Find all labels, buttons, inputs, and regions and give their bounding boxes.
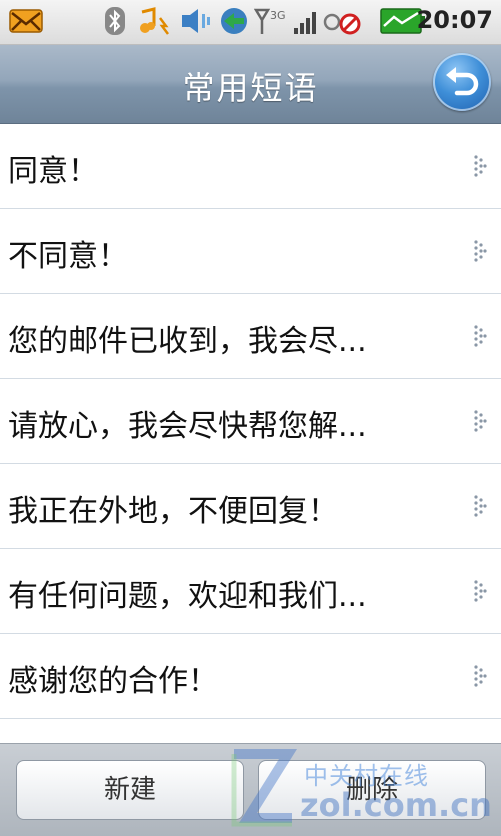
phrase-text: 同意！ xyxy=(8,154,98,189)
drag-handle-icon[interactable] xyxy=(473,239,487,263)
mail-icon xyxy=(9,9,43,33)
status-bar: 3G 20:07 xyxy=(0,0,501,45)
drag-handle-icon[interactable] xyxy=(473,324,487,348)
clock-time: 20:07 xyxy=(416,6,493,34)
sync-icon xyxy=(221,8,247,34)
drag-handle-icon[interactable] xyxy=(473,494,487,518)
page-title: 常用短语 xyxy=(182,69,319,107)
phrase-text: 不同意！ xyxy=(8,239,128,274)
signal-3g-icon: 3G xyxy=(254,8,316,34)
title-bar: 常用短语 xyxy=(0,45,501,124)
svg-text:3G: 3G xyxy=(270,9,286,22)
list-item[interactable]: 同意！ xyxy=(0,124,501,209)
list-item[interactable]: 我正在外地，不便回复！ xyxy=(0,464,501,549)
phrase-text: 有任何问题，欢迎和我们... xyxy=(8,579,367,614)
new-button[interactable]: 新建 xyxy=(16,760,244,820)
list-item[interactable]: 您的邮件已收到，我会尽... xyxy=(0,294,501,379)
bluetooth-icon xyxy=(105,7,125,35)
phrase-list: 同意！ 不同意！ 您的邮件已收到，我会尽... 请放心，我会尽快帮您解... 我… xyxy=(0,124,501,719)
back-arrow-icon xyxy=(446,67,479,96)
delete-button[interactable]: 删除 xyxy=(258,760,486,820)
phrase-text: 请放心，我会尽快帮您解... xyxy=(8,409,367,444)
speaker-icon xyxy=(182,9,210,33)
music-icon xyxy=(140,7,169,35)
phrase-text: 我正在外地，不便回复！ xyxy=(8,494,338,529)
list-item[interactable]: 请放心，我会尽快帮您解... xyxy=(0,379,501,464)
drag-handle-icon[interactable] xyxy=(473,579,487,603)
alarm-off-icon xyxy=(323,13,361,35)
drag-handle-icon[interactable] xyxy=(473,664,487,688)
phrase-text: 感谢您的合作！ xyxy=(8,664,218,699)
phrase-text: 您的邮件已收到，我会尽... xyxy=(8,324,367,359)
drag-handle-icon[interactable] xyxy=(473,409,487,433)
list-item[interactable]: 有任何问题，欢迎和我们... xyxy=(0,549,501,634)
list-item[interactable]: 不同意！ xyxy=(0,209,501,294)
list-item[interactable]: 感谢您的合作！ xyxy=(0,634,501,719)
drag-handle-icon[interactable] xyxy=(473,154,487,178)
back-button[interactable] xyxy=(433,53,491,111)
bottom-toolbar: 新建 删除 xyxy=(0,743,501,836)
